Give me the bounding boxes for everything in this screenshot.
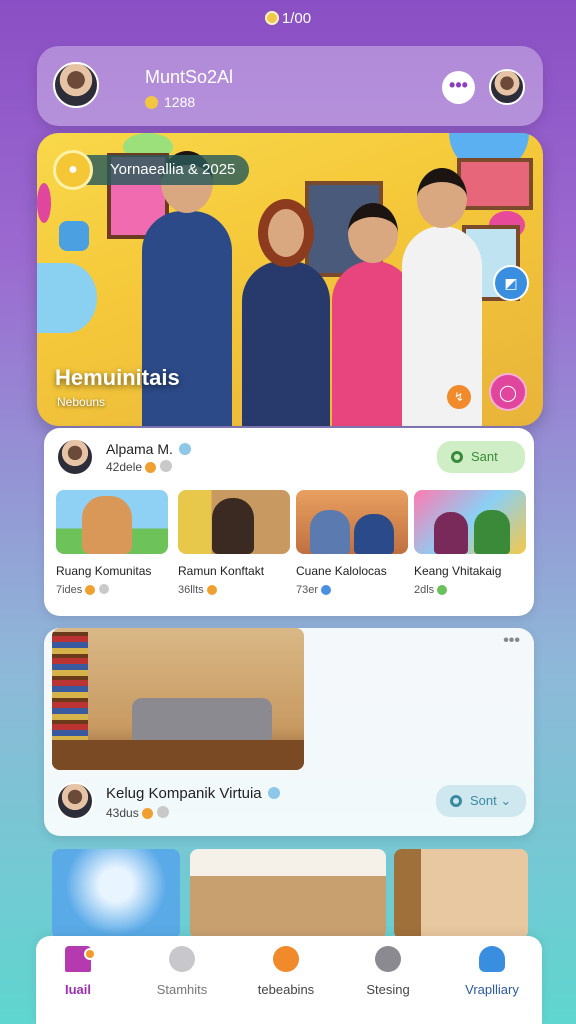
tile-meta: 2dls [414, 584, 526, 596]
status-time: 1/00 [281, 10, 312, 27]
info-icon [157, 806, 170, 818]
feed-image[interactable] [394, 849, 528, 939]
tile-meta: 73er [296, 584, 408, 596]
nav-label: Stesing [366, 982, 410, 997]
nav-label: tebeabins [257, 982, 315, 997]
tile-image [56, 490, 168, 554]
author-avatar[interactable] [56, 782, 94, 820]
author-meta: 42dele [106, 460, 173, 474]
coin-status-icon [264, 11, 279, 25]
tile-title: Ramun Konftakt [178, 564, 265, 578]
reward-icon [145, 462, 157, 473]
chat-icon[interactable]: ◯ [489, 373, 527, 411]
tile-title: Ruang Komunitas [56, 564, 152, 578]
feed-image[interactable] [190, 849, 386, 939]
nav-explore[interactable]: tebeabins [236, 946, 336, 997]
tile-ruang-komunitas[interactable]: Ruang Komunitas 7ides [56, 490, 168, 596]
explore-icon [273, 946, 299, 972]
table [52, 740, 304, 770]
nav-label: Stamhits [156, 982, 208, 997]
tile-meta: 7ides [56, 584, 168, 596]
wall-painting [457, 158, 533, 210]
status-bar: 1/00 [0, 10, 576, 27]
author-name: Alpama M. [106, 441, 191, 457]
feed-image[interactable] [52, 849, 180, 939]
person [242, 199, 330, 426]
author-avatar[interactable] [56, 438, 94, 476]
verified-icon [178, 443, 191, 455]
sticker-icon [59, 221, 89, 251]
post-author: Kelug Kompanik Virtuia [106, 785, 280, 802]
post-meta: 43dus [106, 806, 170, 820]
hero-banner[interactable]: Yornaeallia & 2025 ● ◩ ↯ ◯ Hemuinitais N… [37, 133, 543, 426]
coin-icon [145, 96, 158, 109]
tile-image [414, 490, 526, 554]
friend-avatar[interactable] [489, 69, 525, 105]
badge-icon[interactable]: ↯ [447, 385, 471, 409]
profile-icon [479, 946, 505, 972]
gear-icon [450, 795, 462, 807]
profile-header: MuntSo2Al 1288 ••• [37, 46, 543, 126]
nav-search[interactable]: Stamhits [132, 946, 232, 997]
search-icon [169, 946, 195, 972]
bottom-nav: Iuail Stamhits tebeabins Stesing Vraplli… [36, 936, 542, 1024]
coin-balance: 1288 [145, 94, 195, 110]
verified-icon [267, 787, 280, 799]
community-card: Alpama M. 42dele Sant ⌄ Ruang Komunitas … [44, 428, 534, 616]
username: MuntSo2Al [145, 67, 234, 87]
info-icon [160, 460, 173, 472]
more-options-button[interactable]: ••• [442, 71, 475, 104]
coin-count: 1288 [164, 94, 196, 110]
nav-home[interactable]: Iuail [28, 946, 128, 997]
tile-cuane-kalolocas[interactable]: Cuane Kalolocas 73er [296, 490, 408, 596]
reward-icon [142, 808, 154, 819]
tile-title: Keang Vhitakaig [414, 564, 502, 578]
gear-icon [451, 451, 463, 463]
map-icon[interactable]: ◩ [493, 265, 529, 301]
balloon-decoration [37, 183, 51, 223]
tile-ramun-konftakt[interactable]: Ramun Konftakt 36llts [178, 490, 290, 596]
hero-title: Hemuinitais [55, 365, 180, 390]
more-icon[interactable]: ••• [503, 632, 520, 650]
settings-icon [375, 946, 401, 972]
nav-label: Vraplliary [465, 982, 519, 997]
nav-label: Iuail [64, 982, 91, 997]
coin-icon: ● [53, 150, 93, 190]
sort-button[interactable]: Sont ⌄ [436, 785, 526, 817]
tile-image [296, 490, 408, 554]
balloon-decoration [37, 263, 97, 333]
nav-settings[interactable]: Stesing [338, 946, 438, 997]
sort-button[interactable]: Sant ⌄ [437, 441, 525, 496]
tile-title: Cuane Kalolocas [296, 564, 387, 578]
tile-meta: 36llts [178, 584, 290, 596]
user-avatar[interactable] [53, 62, 99, 108]
post-card: ••• Kelug Kompanik Virtuia 43dus Sont ⌄ [44, 628, 534, 836]
nav-profile[interactable]: Vraplliary [442, 946, 542, 997]
person [142, 151, 232, 426]
post-photo[interactable] [52, 628, 304, 770]
notification-dot [84, 948, 96, 960]
hero-subtitle: Nebouns [57, 395, 106, 409]
feed-images [52, 849, 528, 939]
tile-keang-vhitakaig[interactable]: Keang Vhitakaig 2dls [414, 490, 526, 596]
bookshelf [52, 632, 88, 746]
sofa [132, 698, 272, 746]
tile-image [178, 490, 290, 554]
